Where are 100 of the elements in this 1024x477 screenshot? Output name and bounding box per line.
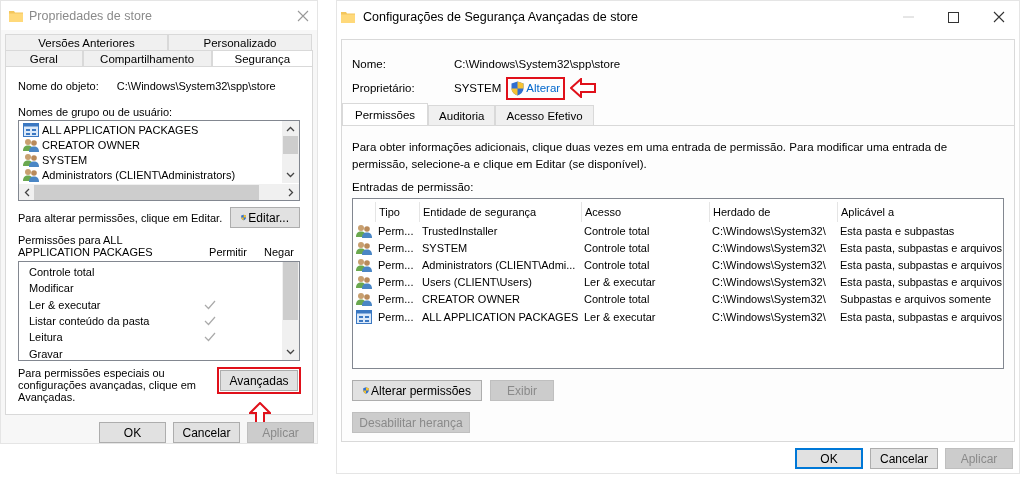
folder-icon bbox=[9, 9, 23, 22]
dialog-button[interactable]: Cancelar bbox=[173, 422, 240, 443]
list-item: Listar conteúdo da pasta bbox=[29, 315, 151, 328]
section-label: Permissões para ALL APPLICATION PACKAGES bbox=[18, 234, 154, 258]
table-cell-text: Perm... bbox=[377, 224, 415, 237]
table-cell-text: Esta pasta, subpastas e arquivos bbox=[839, 241, 1003, 254]
maximize-icon[interactable] bbox=[948, 11, 959, 23]
tab[interactable]: Acesso Efetivo bbox=[495, 105, 594, 125]
table-cell-text: TrustedInstaller bbox=[421, 224, 499, 237]
chevron-up-icon[interactable] bbox=[286, 126, 295, 132]
table-cell-text: C:\Windows\System32\ bbox=[711, 258, 827, 271]
table-cell-text: Controle total bbox=[583, 241, 651, 254]
scrollbar-thumb[interactable] bbox=[34, 184, 259, 200]
list-item[interactable]: ALL APPLICATION PACKAGES bbox=[42, 123, 199, 136]
list-item[interactable]: SYSTEM bbox=[42, 153, 88, 166]
column-header[interactable]: Herdado de bbox=[709, 202, 837, 222]
table-cell-text: Users (CLIENT\Users) bbox=[421, 276, 533, 289]
column-header: Negar bbox=[263, 246, 295, 258]
table-cell-text: C:\Windows\System32\ bbox=[711, 241, 827, 254]
scrollbar[interactable] bbox=[19, 183, 299, 200]
chevron-left-icon[interactable] bbox=[24, 187, 30, 197]
app-packages-icon bbox=[23, 122, 39, 137]
action-button[interactable]: Alterar permissões bbox=[352, 380, 482, 401]
column-header: Permitir bbox=[208, 246, 248, 258]
change-owner-link[interactable]: Alterar bbox=[509, 79, 563, 97]
tab[interactable]: Compartilhamento bbox=[82, 50, 212, 66]
app-packages-icon bbox=[356, 309, 372, 324]
scrollbar[interactable] bbox=[282, 262, 299, 360]
object-path: C:\Windows\System32\spp\store bbox=[116, 80, 276, 92]
chevron-down-icon[interactable] bbox=[286, 172, 295, 178]
table-cell-text: Esta pasta e subpastas bbox=[839, 224, 956, 237]
owner-name: SYSTEM bbox=[454, 82, 502, 94]
section-label: Nomes de grupo ou de usuário: bbox=[18, 106, 174, 118]
close-icon[interactable] bbox=[993, 11, 1005, 23]
advanced-button[interactable]: Avançadas bbox=[220, 370, 298, 391]
window-title: Configurações de Segurança Avançadas de store bbox=[363, 10, 639, 24]
tab[interactable]: Versões Anteriores bbox=[5, 34, 168, 50]
field-label: Nome do objeto: bbox=[18, 80, 99, 92]
table-cell-text: Perm... bbox=[377, 293, 415, 306]
scrollbar-thumb[interactable] bbox=[283, 262, 298, 320]
table-cell-text: Esta pasta, subpastas e arquivos bbox=[839, 310, 1003, 323]
users-icon bbox=[356, 223, 372, 238]
arrow-left-icon bbox=[570, 78, 597, 98]
users-icon bbox=[356, 240, 372, 255]
chevron-down-icon[interactable] bbox=[286, 349, 295, 355]
list-item: Leitura bbox=[29, 331, 64, 344]
column-header[interactable]: Tipo bbox=[375, 202, 419, 222]
table-cell-text: Controle total bbox=[583, 258, 651, 271]
section-label: Entradas de permissão: bbox=[352, 181, 475, 193]
users-icon bbox=[23, 137, 39, 152]
column-header[interactable]: Acesso bbox=[581, 202, 709, 222]
table-cell-text: Administrators (CLIENT\Admi... bbox=[421, 258, 577, 271]
table-cell-text: Controle total bbox=[583, 293, 651, 306]
chevron-right-icon[interactable] bbox=[288, 187, 294, 197]
dialog-button[interactable]: OK bbox=[795, 448, 863, 469]
tab[interactable]: Personalizado bbox=[168, 34, 312, 50]
scrollbar-thumb[interactable] bbox=[283, 136, 298, 154]
users-icon bbox=[356, 275, 372, 290]
table-cell-text: C:\Windows\System32\ bbox=[711, 293, 827, 306]
list-item: Modificar bbox=[29, 282, 75, 295]
info-text: Para obter informações adicionais, clique duas vezes em uma entrada de permissão. Para modificar uma entrada de permissão, selecione-a e clique em Editar (se disponível). bbox=[352, 140, 949, 172]
users-icon bbox=[356, 257, 372, 272]
edit-button[interactable]: Editar... bbox=[230, 207, 300, 228]
table-cell-text: Perm... bbox=[377, 241, 415, 254]
tab[interactable]: Auditoria bbox=[428, 105, 496, 125]
tab[interactable]: Geral bbox=[5, 50, 83, 66]
tab[interactable]: Segurança bbox=[211, 50, 313, 66]
users-icon bbox=[356, 292, 372, 307]
table-cell-text: Perm... bbox=[377, 310, 415, 323]
list-item[interactable]: Administrators (CLIENT\Administrators) bbox=[42, 168, 236, 181]
table-cell-text: Ler & executar bbox=[583, 310, 657, 323]
table-cell-text: C:\Windows\System32\ bbox=[711, 310, 827, 323]
list-item: Gravar bbox=[29, 347, 64, 360]
table-cell-text: Esta pasta, subpastas e arquivos bbox=[839, 276, 1003, 289]
list-item: Ler & executar bbox=[29, 298, 102, 311]
dialog-button[interactable]: Cancelar bbox=[870, 448, 938, 469]
table-cell-text: Subpastas e arquivos somente bbox=[839, 293, 993, 306]
column-header[interactable]: Aplicável a bbox=[837, 202, 1003, 222]
table-cell-text: Ler & executar bbox=[583, 276, 657, 289]
hint-text: Para alterar permissões, clique em Editar. bbox=[18, 211, 223, 224]
table-cell-text: Controle total bbox=[583, 224, 651, 237]
table-cell-text: ALL APPLICATION PACKAGES bbox=[421, 310, 580, 323]
scrollbar[interactable] bbox=[282, 121, 299, 183]
dialog-button[interactable]: OK bbox=[99, 422, 166, 443]
field-label: Nome: bbox=[352, 58, 387, 70]
field-label: Proprietário: bbox=[352, 82, 416, 94]
table-cell-text: C:\Windows\System32\ bbox=[711, 276, 827, 289]
column-header[interactable]: Entidade de segurança bbox=[419, 202, 581, 222]
users-icon bbox=[23, 167, 39, 182]
hint-text: Para permissões especiais ou configurações avançadas, clique em Avançadas. bbox=[18, 367, 197, 403]
folder-icon bbox=[341, 11, 355, 23]
shield-icon bbox=[511, 80, 525, 96]
table-cell-text: Perm... bbox=[377, 258, 415, 271]
tab[interactable]: Permissões bbox=[342, 103, 429, 125]
list-item: Controle total bbox=[29, 266, 96, 279]
list-item[interactable]: CREATOR OWNER bbox=[42, 138, 140, 151]
object-path: C:\Windows\System32\spp\store bbox=[454, 58, 622, 70]
window-title: Propriedades de store bbox=[29, 8, 153, 23]
users-icon bbox=[23, 152, 39, 167]
table-cell-text: C:\Windows\System32\ bbox=[711, 224, 827, 237]
